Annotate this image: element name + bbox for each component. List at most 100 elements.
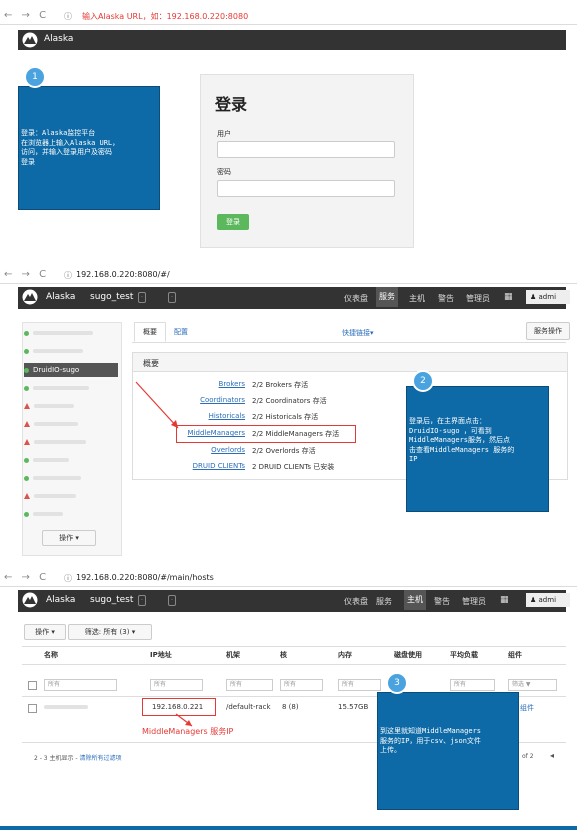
user-name: admi — [538, 293, 557, 301]
column-header-cores[interactable]: 核 — [280, 650, 287, 660]
row-checkbox[interactable] — [28, 704, 37, 713]
grid-menu-icon[interactable]: ▦ — [504, 292, 513, 302]
info-icon: ⓘ — [64, 574, 72, 583]
nav-dashboard[interactable]: 仪表盘 — [344, 293, 368, 304]
callout-step-3: 到这里就知道MiddleManagers 服务的IP，用于csv、json文件 … — [377, 692, 519, 810]
callout-step-2: 登录后，在主界面点击： DruidIO-sugo ，可看到 MiddleMana… — [406, 386, 549, 512]
caret-down-icon: ▾ — [370, 329, 374, 337]
service-status: 2/2 Brokers 存活 — [252, 381, 309, 389]
filter-rack-input[interactable]: 所有 — [226, 679, 273, 691]
column-header-disk[interactable]: 磁盘使用 — [394, 650, 422, 660]
filter-dropdown[interactable]: 筛选: 所有 (3) ▾ — [68, 624, 152, 640]
column-header-load[interactable]: 平均负载 — [450, 650, 478, 660]
sidebar-service-item[interactable] — [24, 382, 118, 394]
filter-components-dropdown[interactable]: 筛选 ▼ — [508, 679, 557, 691]
user-icon: ♟ — [530, 596, 539, 604]
sidebar-service-item[interactable] — [24, 454, 118, 466]
filter-name-input[interactable]: 所有 — [44, 679, 117, 691]
browser-nav-icons[interactable]: ← → C — [4, 269, 49, 280]
callout-line: 击查看MiddleManagers 服务的 — [409, 445, 515, 454]
summary-title: 概要 — [143, 359, 159, 368]
column-header-memory[interactable]: 内存 — [338, 650, 352, 660]
caret-down-icon: ▾ — [49, 628, 55, 636]
password-input[interactable] — [217, 180, 395, 197]
tab-config[interactable]: 配置 — [174, 327, 188, 337]
filter-cores-input[interactable]: 所有 — [280, 679, 323, 691]
service-status: 2/2 Coordinators 存活 — [252, 397, 327, 405]
grid-menu-icon[interactable]: ▦ — [500, 595, 509, 605]
host-rack: /default-rack — [226, 703, 271, 711]
bottom-edge-bar — [0, 826, 577, 830]
host-name-redacted[interactable] — [44, 703, 88, 711]
user-menu[interactable]: ♟ admi — [526, 290, 570, 304]
quick-links-dropdown[interactable]: 快捷链接▾ — [342, 328, 374, 338]
service-actions-button[interactable]: 服务操作 — [526, 322, 570, 340]
alert-tag: · — [168, 292, 176, 303]
nav-admin[interactable]: 管理员 — [466, 293, 490, 304]
nav-services[interactable]: 服务 — [376, 287, 398, 307]
callout-line: 登录后，在主界面点击： — [409, 417, 486, 425]
sidebar-service-item[interactable] — [24, 327, 118, 339]
app-header: Alaska — [18, 30, 566, 50]
url-hint: 输入Alaska URL，如：192.168.0.220:8080 — [82, 12, 249, 21]
service-link[interactable]: Overlords — [211, 446, 245, 454]
filter-memory-input[interactable]: 所有 — [338, 679, 381, 691]
sidebar-item-druidio-sugo[interactable]: DruidIO-sugo — [24, 363, 118, 377]
sidebar-service-item[interactable] — [24, 508, 118, 520]
tab-summary[interactable]: 概要 — [134, 322, 166, 342]
filter-ip-input[interactable]: 所有 — [150, 679, 203, 691]
select-all-checkbox[interactable] — [28, 681, 37, 690]
ip-annotation: MiddleManagers 服务IP — [142, 727, 234, 736]
browser-address-bar: ← → C ⓘ 输入Alaska URL，如：192.168.0.220:808… — [0, 8, 577, 25]
actions-button[interactable]: 操作 ▾ — [42, 530, 96, 546]
sidebar-service-item[interactable] — [24, 490, 118, 502]
sidebar-service-item[interactable] — [24, 418, 118, 430]
login-title: 登录 — [215, 95, 248, 114]
browser-nav-icons[interactable]: ← → C — [4, 10, 49, 21]
alaska-logo-icon — [22, 32, 38, 48]
browser-nav-icons[interactable]: ← → C — [4, 572, 49, 583]
nav-dashboard[interactable]: 仪表盘 — [344, 596, 368, 607]
sidebar-service-item[interactable] — [24, 472, 118, 484]
service-link[interactable]: Historicals — [209, 412, 245, 420]
nav-alerts[interactable]: 警告 — [438, 293, 454, 304]
user-menu[interactable]: ♟ admi — [526, 593, 570, 607]
summary-header — [133, 353, 567, 372]
nav-hosts[interactable]: 主机 — [404, 590, 426, 610]
service-link[interactable]: DRUID CLIENTs — [193, 462, 245, 470]
annotation-arrow-icon — [135, 381, 179, 429]
url-text: 192.168.0.220:8080/#/main/hosts — [76, 573, 214, 582]
column-header-ip[interactable]: IP地址 — [150, 650, 172, 660]
username-input[interactable] — [217, 141, 395, 158]
filter-label: 筛选: 所有 (3) — [84, 628, 130, 636]
column-header-components[interactable]: 组件 — [508, 650, 522, 660]
cluster-name: sugo_test — [90, 595, 134, 605]
column-header-name[interactable]: 名称 — [44, 650, 58, 660]
sidebar-service-item[interactable] — [24, 345, 118, 357]
nav-alerts[interactable]: 警告 — [434, 596, 450, 607]
nav-admin[interactable]: 管理员 — [462, 596, 486, 607]
column-header-rack[interactable]: 机架 — [226, 650, 240, 660]
step-badge-2: 2 — [412, 370, 434, 392]
service-link[interactable]: MiddleManagers — [188, 429, 245, 437]
sidebar-service-item[interactable] — [24, 400, 118, 412]
service-link[interactable]: Coordinators — [200, 396, 245, 404]
filter-load-input[interactable]: 所有 — [450, 679, 495, 691]
caret-down-icon: ▾ — [73, 534, 79, 542]
password-label: 密码 — [217, 168, 231, 176]
actions-button[interactable]: 操作 ▾ — [24, 624, 66, 640]
prev-page-icon[interactable]: ◂ — [550, 751, 554, 760]
alaska-logo-icon — [22, 289, 38, 305]
info-icon: ⓘ — [64, 271, 72, 280]
host-components-link[interactable]: 组件 — [520, 703, 534, 713]
browser-address-bar: ← → C ⓘ 192.168.0.220:8080/#/ — [0, 267, 577, 284]
nav-services[interactable]: 服务 — [376, 596, 392, 607]
service-link[interactable]: Brokers — [219, 380, 245, 388]
callout-line: 到这里就知道MiddleManagers — [380, 727, 482, 735]
login-button[interactable]: 登录 — [217, 214, 249, 230]
callout-line: IP — [409, 455, 418, 463]
nav-hosts[interactable]: 主机 — [409, 293, 425, 304]
callout-line: 服务的IP，用于csv、json文件 — [380, 736, 481, 745]
clear-filters-link[interactable]: 清除所有过滤项 — [80, 755, 122, 762]
sidebar-service-item[interactable] — [24, 436, 118, 448]
